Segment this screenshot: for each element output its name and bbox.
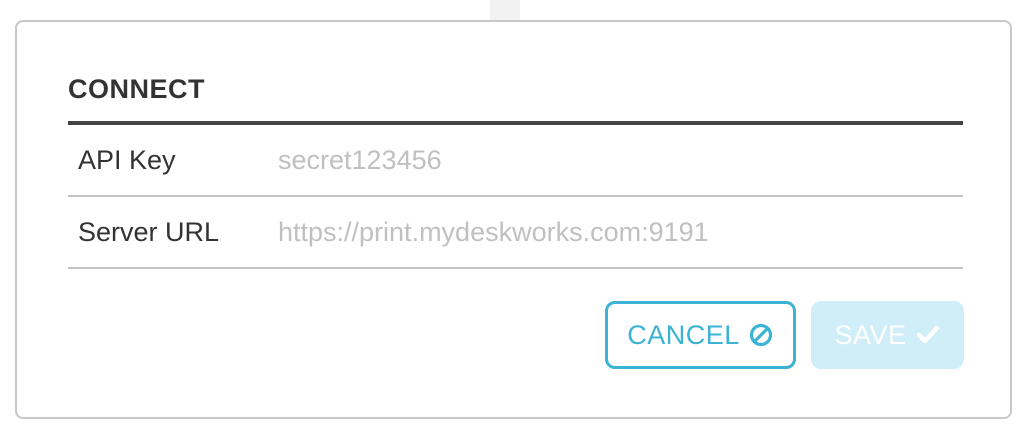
dialog-title: CONNECT: [68, 74, 205, 104]
api-key-label: API Key: [78, 145, 176, 175]
server-url-input[interactable]: [268, 209, 948, 255]
checkmark-icon: [916, 325, 939, 344]
api-key-row: API Key: [68, 125, 963, 197]
cancel-icon: [749, 323, 772, 347]
connect-dialog: CONNECT API Key Server URL CANCEL SAVE: [15, 20, 1012, 419]
server-url-label: Server URL: [78, 217, 220, 247]
save-button-label: SAVE: [834, 319, 907, 350]
cancel-button[interactable]: CANCEL: [605, 301, 796, 369]
backdrop-divider: [490, 0, 520, 20]
save-button[interactable]: SAVE: [811, 301, 964, 369]
cancel-button-label: CANCEL: [627, 319, 740, 350]
api-key-input[interactable]: [268, 137, 948, 183]
server-url-row: Server URL: [68, 197, 963, 269]
